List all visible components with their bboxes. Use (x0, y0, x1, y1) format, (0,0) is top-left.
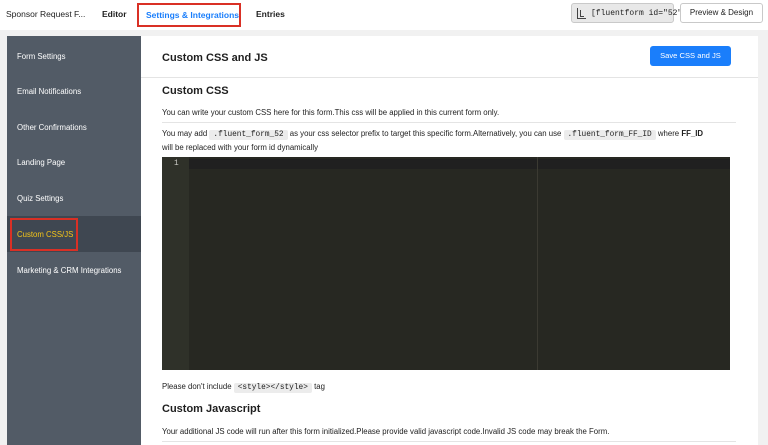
sidebar-item-label: Other Confirmations (17, 123, 87, 132)
save-css-js-button[interactable]: Save CSS and JS (650, 46, 731, 66)
custom-css-description: You can write your custom CSS here for t… (162, 108, 500, 117)
divider (162, 122, 736, 123)
css-code-editor[interactable]: 1 (162, 157, 730, 370)
selector-code-ffid: .fluent_form_FF_ID (563, 130, 656, 140)
print-margin (537, 157, 538, 370)
selector-hint-text: as your css selector prefix to target th… (289, 129, 562, 138)
editor-gutter: 1 (162, 157, 189, 370)
shortcode-copy-icon (577, 8, 586, 19)
custom-css-heading: Custom CSS (162, 85, 229, 97)
selector-hint-line2: will be replaced with your form id dynam… (162, 143, 318, 152)
tab-settings-label: Settings & Integrations (146, 10, 240, 20)
page-title: Custom CSS and JS (162, 52, 268, 64)
selector-hint-text: You may add (162, 129, 208, 138)
top-nav: Sponsor Request F... Editor Settings & I… (0, 0, 768, 30)
sidebar-item-other-confirmations[interactable]: Other Confirmations (7, 109, 141, 145)
selector-code: .fluent_form_52 (209, 130, 288, 140)
tab-editor[interactable]: Editor (102, 9, 127, 19)
style-tag-code: <style></style> (233, 383, 312, 393)
selector-hint-text: where (657, 129, 680, 138)
settings-panel: Custom CSS and JS Save CSS and JS Custom… (141, 36, 758, 445)
note-text: tag (314, 382, 325, 391)
sidebar-item-label: Quiz Settings (17, 194, 64, 203)
selector-hint: You may add .fluent_form_52 as your css … (162, 129, 703, 140)
tab-entries[interactable]: Entries (256, 9, 285, 19)
sidebar-item-label: Landing Page (17, 158, 66, 167)
active-line (189, 159, 730, 169)
note-text: Please don't include (162, 382, 232, 391)
shortcode-text: [fluentform id="52"] (591, 9, 688, 18)
sidebar-item-marketing-crm[interactable]: Marketing & CRM Integrations (7, 252, 141, 288)
panel-header: Custom CSS and JS Save CSS and JS (141, 36, 758, 78)
custom-js-description: Your additional JS code will run after t… (162, 427, 610, 436)
custom-javascript-heading: Custom Javascript (162, 403, 261, 415)
divider (162, 441, 736, 442)
sidebar-item-form-settings[interactable]: Form Settings (7, 38, 141, 74)
sidebar-item-label: Email Notifications (17, 87, 82, 96)
line-number: 1 (174, 160, 179, 168)
tab-settings-integrations[interactable]: Settings & Integrations (137, 3, 241, 27)
sidebar-item-label: Form Settings (17, 52, 66, 61)
form-name-link[interactable]: Sponsor Request F... (6, 9, 85, 19)
selector-ffid-bold: FF_ID (681, 129, 703, 138)
shortcode-copy-button[interactable]: [fluentform id="52"] (571, 3, 687, 23)
active-item-highlight (10, 218, 78, 251)
sidebar-item-email-notifications[interactable]: Email Notifications (7, 73, 141, 109)
settings-sidebar: Form Settings Email Notifications Other … (7, 36, 141, 445)
sidebar-item-quiz-settings[interactable]: Quiz Settings (7, 180, 141, 216)
style-tag-note: Please don't include <style></style> tag (162, 382, 325, 393)
sidebar-item-landing-page[interactable]: Landing Page (7, 144, 141, 180)
preview-design-button[interactable]: Preview & Design (680, 3, 763, 23)
sidebar-item-label: Marketing & CRM Integrations (17, 266, 122, 275)
